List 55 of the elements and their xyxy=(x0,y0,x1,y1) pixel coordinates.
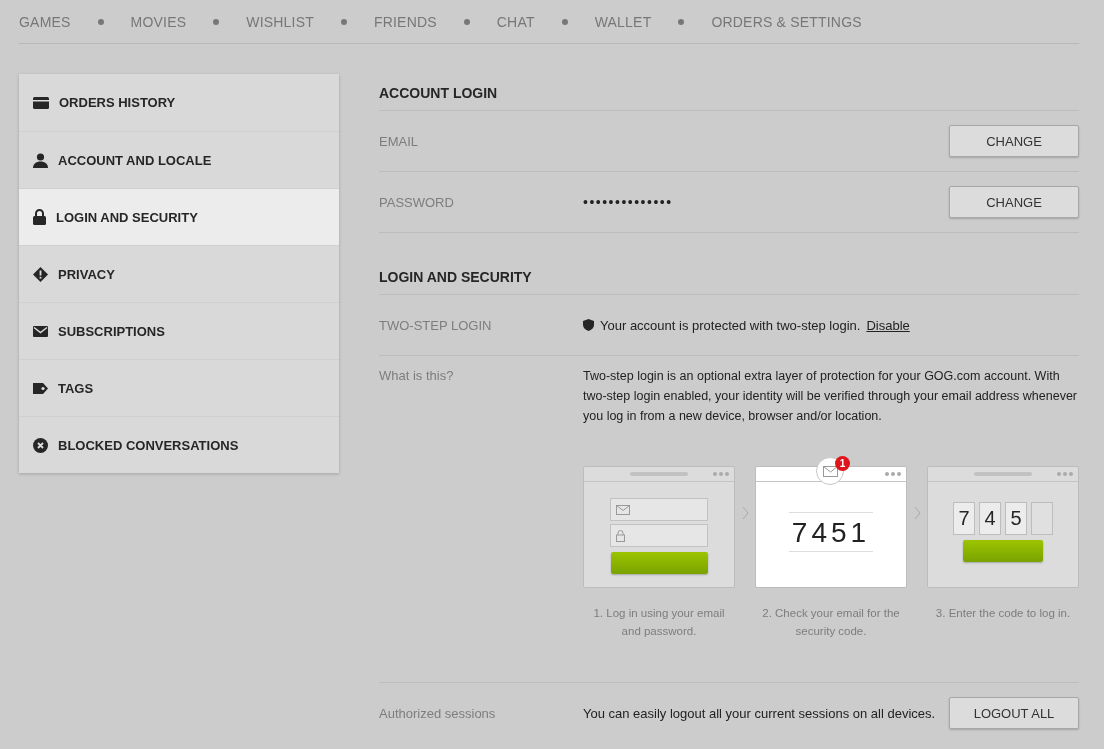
sidebar-item[interactable]: BLOCKED CONVERSATIONS xyxy=(19,416,339,473)
envelope-icon xyxy=(822,465,838,477)
blocked-icon xyxy=(33,437,48,453)
envelope-icon xyxy=(616,504,630,515)
change-button[interactable]: CHANGE xyxy=(949,186,1079,218)
step-caption: 3. Enter the code to log in. xyxy=(935,606,1071,621)
section-title: LOGIN AND SECURITY xyxy=(379,258,1079,295)
sidebar-item[interactable]: ACCOUNT AND LOCALE xyxy=(19,131,339,188)
warning-icon xyxy=(33,266,48,282)
shield-icon xyxy=(583,319,594,331)
separator-dot xyxy=(561,18,568,25)
disable-link[interactable]: Disable xyxy=(866,317,910,333)
sidebar-item-label: ACCOUNT AND LOCALE xyxy=(58,152,212,168)
field-label: PASSWORD xyxy=(379,194,455,210)
sidebar-item-label: ORDERS HISTORY xyxy=(59,95,176,110)
sidebar-item[interactable]: LOGIN AND SECURITY xyxy=(19,188,339,245)
sessions-text: You can easily logout all your current sessions on all devices. xyxy=(583,705,937,721)
sidebar-item-label: TAGS xyxy=(58,380,94,396)
separator-dot xyxy=(463,18,470,25)
tag-icon xyxy=(33,382,48,394)
user-icon xyxy=(33,152,48,168)
code-digit: 4 xyxy=(979,502,1001,535)
sidebar-item-label: BLOCKED CONVERSATIONS xyxy=(58,437,239,453)
logout-all-button[interactable]: LOGOUT ALL xyxy=(949,697,1079,729)
sidebar-item[interactable]: TAGS xyxy=(19,359,339,416)
separator-dot xyxy=(340,18,347,25)
sidebar-item[interactable]: ORDERS HISTORY xyxy=(19,74,339,131)
field-label: What is this? xyxy=(379,367,455,383)
step-caption: 2. Check your email for the security code. xyxy=(761,606,901,639)
lock-icon xyxy=(616,529,625,542)
security-code: 7451 xyxy=(789,512,873,552)
change-button[interactable]: CHANGE xyxy=(949,125,1079,157)
code-digit: 7 xyxy=(953,502,975,535)
sidebar-item-label: PRIVACY xyxy=(58,266,115,282)
chevron-icon xyxy=(741,506,749,520)
section-title: ACCOUNT LOGIN xyxy=(379,74,1079,111)
chevron-icon xyxy=(913,506,921,520)
envelope-icon xyxy=(33,325,48,337)
field-label: TWO-STEP LOGIN xyxy=(379,317,493,333)
code-digit: 5 xyxy=(1005,502,1027,535)
sidebar-item-label: SUBSCRIPTIONS xyxy=(58,323,165,339)
field-label: EMAIL xyxy=(379,133,419,149)
separator-dot xyxy=(678,18,685,25)
description-text: Two-step login is an optional extra layer of protection for your GOG.com account. With two-step login enabled, your identity will be verified through your email address whenever you log in from a new device, browser and/or location. xyxy=(583,368,1079,425)
lock-icon xyxy=(33,209,46,225)
status-text: Your account is protected with two-step login. xyxy=(600,317,861,333)
sidebar-item-label: LOGIN AND SECURITY xyxy=(56,209,198,225)
password-value: •••••••••••••• xyxy=(583,194,673,210)
sidebar-item[interactable]: PRIVACY xyxy=(19,245,339,302)
field-label: Authorized sessions xyxy=(379,705,497,721)
sidebar-item[interactable]: SUBSCRIPTIONS xyxy=(19,302,339,359)
step-caption: 1. Log in using your email and password. xyxy=(592,606,726,639)
credit-card-icon xyxy=(33,96,49,109)
separator-dot xyxy=(97,18,104,25)
separator-dot xyxy=(213,18,220,25)
